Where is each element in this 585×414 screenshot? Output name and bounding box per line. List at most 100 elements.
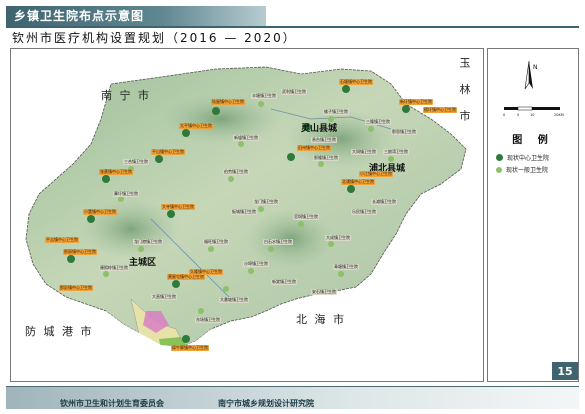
footer-organization-right: 南宁市城乡规划设计研究院 <box>218 399 314 408</box>
legend-item-general: 现状一般卫生院 <box>496 165 548 174</box>
center-hospital-dot <box>67 255 75 263</box>
city-qinzhou: 主城区 <box>129 258 157 268</box>
general-hospital-label: 白石水镇卫生院 <box>263 239 293 245</box>
general-hospital-dot <box>208 246 214 252</box>
center-hospital-label: 张黄镇中心卫生院 <box>99 169 133 175</box>
general-hospital-label: 板城镇卫生院 <box>231 209 257 215</box>
general-hospital-label: 三合镇卫生院 <box>123 159 149 165</box>
general-hospital-dot <box>328 241 334 247</box>
center-hospital-label: 平吉镇中心卫生院 <box>45 237 79 243</box>
general-hospital-label: 伯劳镇卫生院 <box>223 169 249 175</box>
general-hospital-label: 佛子镇卫生院 <box>323 109 349 115</box>
scale-label: 10 <box>530 113 534 117</box>
general-hospital-dot <box>228 176 234 182</box>
footer-organization-left: 钦州市卫生和计划生育委员会 <box>60 399 164 408</box>
general-hospital-label: 安石镇卫生院 <box>311 289 337 295</box>
scale-label: 0 <box>503 113 505 117</box>
center-hospital-dot <box>182 129 190 137</box>
general-hospital-dot <box>198 308 204 314</box>
general-hospital-label: 康熙岭镇卫生院 <box>99 265 129 271</box>
center-hospital-dot <box>347 185 355 193</box>
general-hospital-label: 贵台镇卫生院 <box>311 137 337 143</box>
map-frame: 南 宁 市 玉 林 市 北 海 市 防 城 港 市 灵山县城 浦北县城 主城区 … <box>10 48 484 382</box>
general-hospital-dot <box>258 206 264 212</box>
general-hospital-label: 武利镇卫生院 <box>281 89 307 95</box>
general-hospital-label: 东场镇卫生院 <box>195 317 221 323</box>
general-hospital-label: 青塘镇卫生院 <box>333 264 359 270</box>
general-hospital-legend-icon <box>496 166 502 173</box>
center-hospital-label: 那彭镇中心卫生院 <box>59 285 93 291</box>
general-hospital-label: 那思镇卫生院 <box>391 129 417 135</box>
center-hospital-label: 陆屋镇中心卫生院 <box>211 99 245 105</box>
center-hospital-dot <box>167 210 175 218</box>
general-hospital-label: 龙门港镇卫生院 <box>133 239 163 245</box>
legend-label: 现状中心卫生院 <box>507 155 550 162</box>
center-hospital-label: 太平镇中心卫生院 <box>179 123 213 129</box>
general-hospital-label: 丰塘镇卫生院 <box>251 93 277 99</box>
center-hospital-dot <box>87 215 95 223</box>
general-hospital-label: 乐民镇卫生院 <box>351 209 377 215</box>
general-hospital-label: 大垌镇卫生院 <box>351 149 377 155</box>
legend-item-center: 现状中心卫生院 <box>496 153 549 162</box>
general-hospital-dot <box>238 141 244 147</box>
general-hospital-dot <box>338 271 344 277</box>
center-hospital-label: 平山镇中心卫生院 <box>151 149 185 155</box>
general-hospital-label: 龙门镇卫生院 <box>253 199 279 205</box>
general-hospital-label: 新墟镇卫生院 <box>233 135 259 141</box>
legend-label: 现状一般卫生院 <box>506 167 549 174</box>
scale-label: 20KM <box>554 113 564 117</box>
hill-shade <box>286 109 396 169</box>
general-hospital-dot <box>368 126 374 132</box>
center-hospital-dot <box>172 280 180 288</box>
north-label: N <box>533 64 538 71</box>
general-hospital-label: 官垌镇卫生院 <box>293 214 319 220</box>
center-hospital-label: 檀圩镇中心卫生院 <box>423 107 457 113</box>
page-title: 乡镇卫生院布点示意图 <box>14 9 145 23</box>
general-hospital-dot <box>223 286 229 292</box>
page-subtitle: 钦州市医疗机构设置规划（2016 — 2020） <box>12 31 297 45</box>
general-hospital-dot <box>318 161 324 167</box>
city-lingshan: 灵山县城 <box>301 124 338 134</box>
center-hospital-dot <box>212 107 220 115</box>
center-hospital-dot <box>342 85 350 93</box>
center-hospital-label: 旧州镇中心卫生院 <box>297 145 331 151</box>
legend-title: 图 例 <box>512 135 554 146</box>
general-hospital-label: 大成镇卫生院 <box>325 235 351 241</box>
neighbor-beihai: 北 海 市 <box>296 313 346 326</box>
general-hospital-label: 新棠镇卫生院 <box>271 279 297 285</box>
general-hospital-label: 三娘湾卫生院 <box>383 149 409 155</box>
general-hospital-label: 福旺镇卫生院 <box>203 239 229 245</box>
center-hospital-label: 那丽镇中心卫生院 <box>63 249 97 255</box>
general-hospital-label: 沙埠镇卫生院 <box>243 261 269 267</box>
center-hospital-dot <box>287 153 295 161</box>
center-hospital-label: 新圩镇中心卫生院 <box>399 99 433 105</box>
center-hospital-label: 北通镇中心卫生院 <box>341 179 375 185</box>
general-hospital-dot <box>268 246 274 252</box>
north-arrow-icon: N <box>524 60 538 90</box>
center-hospital-dot <box>402 105 410 113</box>
center-hospital-legend-icon <box>496 154 503 161</box>
general-hospital-dot <box>138 246 144 252</box>
center-hospital-label: 石塘镇中心卫生院 <box>339 79 373 85</box>
center-hospital-dot <box>182 335 190 343</box>
general-hospital-label: 长滩镇卫生院 <box>371 199 397 205</box>
scale-bar: 0 5 10 20KM <box>503 106 564 117</box>
neighbor-nanning: 南 宁 市 <box>101 89 151 102</box>
neighbor-fangchenggang: 防 城 港 市 <box>25 325 94 338</box>
general-hospital-label: 大直镇卫生院 <box>151 294 177 300</box>
center-hospital-label: 小江镇中心卫生院 <box>359 171 393 177</box>
center-hospital-label: 犀牛脚镇中心卫生院 <box>171 345 209 351</box>
general-hospital-dot <box>258 101 264 107</box>
neighbor-yulin: 玉 林 市 <box>458 57 471 127</box>
header-divider <box>6 26 579 28</box>
general-hospital-dot <box>103 271 109 277</box>
page-number: 15 <box>552 362 578 380</box>
general-hospital-label: 三隆镇卫生院 <box>365 119 391 125</box>
center-hospital-label: 小董镇中心卫生院 <box>83 209 117 215</box>
legend-panel: N 0 5 10 20KM 图 例 现状中心卫生院 现状一般卫生院 <box>487 48 579 382</box>
center-hospital-label: 大寺镇中心卫生院 <box>161 204 195 210</box>
general-hospital-dot <box>248 268 254 274</box>
general-hospital-label: 大番坡镇卫生院 <box>219 297 249 303</box>
center-hospital-label: 久隆镇中心卫生院 <box>189 269 223 275</box>
center-hospital-dot <box>102 175 110 183</box>
